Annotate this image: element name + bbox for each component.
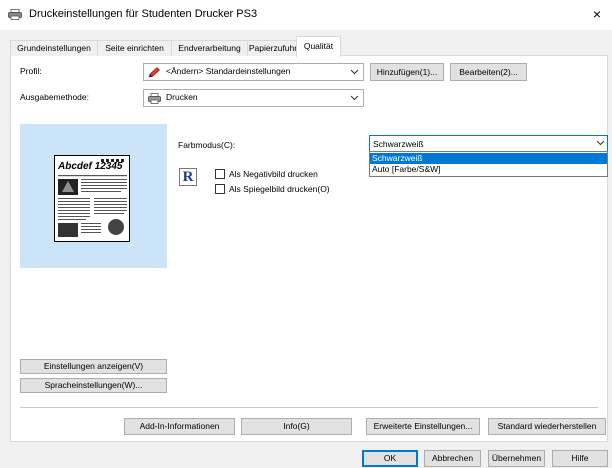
window-title: Druckeinstellungen für Studenten Drucker… (29, 8, 258, 20)
pencil-icon (148, 67, 160, 78)
mirror-image-checkbox[interactable] (215, 184, 225, 194)
output-method-select[interactable]: Drucken (143, 89, 364, 107)
printer-icon (8, 9, 22, 20)
addin-info-button[interactable]: Add-In-Informationen (124, 418, 235, 435)
tab-papierzufuhr[interactable]: Papierzufuhr (247, 40, 299, 56)
tab-qualitaet[interactable]: Qualität (296, 36, 341, 57)
add-profile-button[interactable]: Hinzufügen(1)... (370, 63, 444, 81)
color-mode-value: Schwarzweiß (373, 139, 424, 149)
chevron-down-icon (350, 69, 359, 75)
help-button[interactable]: Hilfe (552, 450, 608, 467)
chevron-down-icon (596, 140, 605, 146)
tab-seite-einrichten[interactable]: Seite einrichten (97, 40, 172, 56)
preview-heading: Abcdef 12345 (58, 161, 123, 172)
title-bar: Druckeinstellungen für Studenten Drucker… (0, 0, 612, 30)
apply-button[interactable]: Übernehmen (488, 450, 545, 467)
output-method-label: Ausgabemethode: (20, 92, 89, 102)
advanced-settings-button[interactable]: Erweiterte Einstellungen... (366, 418, 480, 435)
color-mode-select[interactable]: Schwarzweiß (369, 135, 608, 152)
negative-image-label: Als Negativbild drucken (229, 169, 318, 179)
color-mode-option[interactable]: Schwarzweiß (370, 153, 607, 164)
profile-label: Profil: (20, 66, 42, 76)
profile-value: <Ändern> Standardeinstellungen (166, 66, 291, 76)
printer-icon (148, 93, 161, 104)
edit-profile-button[interactable]: Bearbeiten(2)... (450, 63, 527, 81)
restore-defaults-button[interactable]: Standard wiederherstellen (488, 418, 606, 435)
ok-button[interactable]: OK (362, 450, 418, 467)
cancel-button[interactable]: Abbrechen (424, 450, 481, 467)
preview-document-body (58, 175, 127, 237)
tab-grundeinstellungen[interactable]: Grundeinstellungen (10, 40, 98, 56)
language-settings-button[interactable]: Spracheinstellungen(W)... (20, 378, 167, 393)
color-mode-dropdown-list: Schwarzweiß Auto [Farbe/S&W] (369, 151, 608, 177)
show-settings-button[interactable]: Einstellungen anzeigen(V) (20, 359, 167, 374)
output-method-value: Drucken (166, 92, 198, 102)
r-letter-icon: R (179, 168, 197, 186)
chevron-down-icon (350, 95, 359, 101)
mirror-image-label: Als Spiegelbild drucken(O) (229, 184, 330, 194)
color-mode-option[interactable]: Auto [Farbe/S&W] (370, 164, 607, 175)
info-button[interactable]: Info(G) (241, 418, 352, 435)
tab-endverarbeitung[interactable]: Endverarbeitung (171, 40, 248, 56)
close-button[interactable]: × (586, 4, 608, 24)
negative-image-checkbox[interactable] (215, 169, 225, 179)
preview-document: Abcdef 12345 (54, 155, 130, 242)
color-mode-label: Farbmodus(C): (178, 140, 236, 150)
profile-select[interactable]: <Ändern> Standardeinstellungen (143, 63, 364, 81)
separator (20, 407, 598, 408)
